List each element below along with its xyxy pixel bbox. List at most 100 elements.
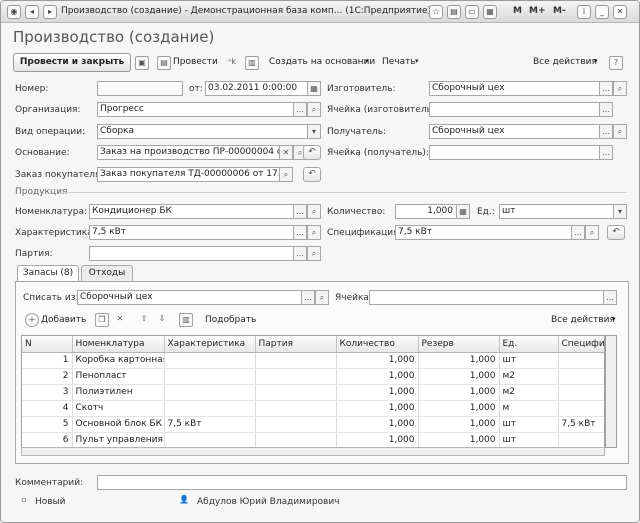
table-horizontal-scrollbar[interactable] [21,447,605,456]
forward-icon[interactable]: ▸ [43,5,57,19]
maker-cell-select-icon[interactable]: … [599,102,613,117]
cell-characteristic[interactable] [164,400,256,417]
print-icon[interactable]: ▭ [465,5,479,19]
table-row[interactable]: 6 Пульт управления 1,000 1,000 шт [22,432,604,447]
memory-button[interactable]: M [513,6,522,16]
report-icon[interactable]: ▥ [245,56,259,70]
cell-n[interactable]: 2 [22,368,73,385]
receiver-field[interactable]: Сборочный цех [429,124,600,139]
cell-specification[interactable] [558,368,604,385]
star-icon[interactable]: ☆ [429,5,443,19]
cell-reserve[interactable]: 1,000 [418,368,500,385]
nomenclature-select-icon[interactable]: … [293,204,307,219]
cell-batch[interactable] [255,432,337,447]
receiver-cell-field[interactable] [429,145,600,160]
basis-fill-icon[interactable]: ↶ [303,145,321,160]
cell-nomenclature[interactable]: Коробка картонная [72,352,165,369]
pick-button[interactable]: Подобрать [205,315,256,325]
table-vertical-scrollbar[interactable] [605,335,617,448]
batch-search-icon[interactable]: ⌕ [307,246,321,261]
back-icon[interactable]: ◂ [25,5,39,19]
col-characteristic[interactable]: Характеристика [164,336,256,353]
cell-reserve[interactable]: 1,000 [418,416,500,433]
table-row[interactable]: 1 Коробка картонная 1,000 1,000 шт [22,352,604,369]
cell-n[interactable]: 1 [22,352,73,369]
create-based-menu[interactable]: Создать на основании [269,57,375,67]
cell-characteristic[interactable]: 7,5 кВт [164,416,256,433]
characteristic-search-icon[interactable]: ⌕ [307,225,321,240]
help-icon[interactable]: ? [609,56,623,70]
specification-search-icon[interactable]: ⌕ [585,225,599,240]
specification-field[interactable]: 7,5 кВт [395,225,572,240]
table-row[interactable]: 2 Пенопласт 1,000 1,000 м2 [22,368,604,385]
info-icon[interactable]: i [577,5,591,19]
app-menu-icon[interactable]: ◉ [7,5,21,19]
number-field[interactable] [97,81,183,96]
date-field[interactable]: 03.02.2011 0:00:00 [205,81,308,96]
organization-select-icon[interactable]: … [293,102,307,117]
basis-clear-icon[interactable]: ✕ [279,145,293,160]
table-all-actions-menu[interactable]: Все действия [551,315,615,325]
cell-n[interactable]: 3 [22,384,73,401]
cell-specification[interactable] [558,432,604,447]
col-unit[interactable]: Ед. [499,336,559,353]
receiver-cell-select-icon[interactable]: … [599,145,613,160]
batch-select-icon[interactable]: … [293,246,307,261]
cell-unit[interactable]: м2 [499,384,559,401]
unit-field[interactable]: шт [499,204,614,219]
buyer-order-field[interactable]: Заказ покупателя ТД-00000006 от 17.12.2.… [97,167,280,182]
cell-characteristic[interactable] [164,432,256,447]
post-button[interactable]: Провести [173,57,218,67]
create-based-chevron-icon[interactable]: ▾ [365,57,369,65]
stock-cell-field[interactable] [369,290,604,305]
col-batch[interactable]: Партия [255,336,337,353]
minimize-icon[interactable]: _ [595,5,609,19]
cell-characteristic[interactable] [164,352,256,369]
receiver-search-icon[interactable]: ⌕ [613,124,627,139]
doc-icon[interactable]: ▤ [447,5,461,19]
specification-select-icon[interactable]: … [571,225,585,240]
post-icon[interactable]: ▤ [157,56,171,70]
memory-plus-button[interactable]: M+ [529,6,546,16]
cell-batch[interactable] [255,352,337,369]
memory-minus-button[interactable]: M- [553,6,566,16]
cell-reserve[interactable]: 1,000 [418,432,500,447]
cell-specification[interactable]: 7,5 кВт [558,416,604,433]
writeoff-search-icon[interactable]: ⌕ [315,290,329,305]
maker-cell-field[interactable] [429,102,600,117]
col-specification[interactable]: Специфика [558,336,604,353]
col-nomenclature[interactable]: Номенклатура [72,336,165,353]
move-down-icon[interactable]: ⇩ [155,313,169,327]
stock-cell-select-icon[interactable]: … [603,290,617,305]
close-icon[interactable]: ✕ [613,5,627,19]
calendar-icon[interactable]: ▦ [307,81,321,96]
cell-reserve[interactable]: 1,000 [418,352,500,369]
add-button[interactable]: Добавить [41,315,86,325]
organization-search-icon[interactable]: ⌕ [307,102,321,117]
cell-quantity[interactable]: 1,000 [336,416,419,433]
maker-field[interactable]: Сборочный цех [429,81,600,96]
comment-field[interactable] [97,475,627,490]
table-row[interactable]: 5 Основной блок БК 7,5 кВт 1,000 1,000 ш… [22,416,604,433]
maker-search-icon[interactable]: ⌕ [613,81,627,96]
cell-batch[interactable] [255,400,337,417]
writeoff-field[interactable]: Сборочный цех [77,290,302,305]
table-row[interactable]: 4 Скотч 1,000 1,000 м [22,400,604,417]
batch-field[interactable] [89,246,294,261]
cell-n[interactable]: 5 [22,416,73,433]
cell-characteristic[interactable] [164,368,256,385]
cell-nomenclature[interactable]: Скотч [72,400,165,417]
text-icon[interactable]: ᴬk [225,56,239,70]
cell-quantity[interactable]: 1,000 [336,384,419,401]
all-actions-chevron-icon[interactable]: ▾ [594,57,598,65]
print-menu[interactable]: Печать [382,57,416,67]
calc-icon[interactable]: ▦ [483,5,497,19]
organization-field[interactable]: Прогресс [97,102,294,117]
basis-field[interactable]: Заказ на производство ПР-00000004 с... [97,145,280,160]
cell-nomenclature[interactable]: Основной блок БК [72,416,165,433]
cell-specification[interactable] [558,384,604,401]
maker-select-icon[interactable]: … [599,81,613,96]
cell-specification[interactable] [558,352,604,369]
operation-type-field[interactable]: Сборка [97,124,308,139]
cell-nomenclature[interactable]: Пенопласт [72,368,165,385]
